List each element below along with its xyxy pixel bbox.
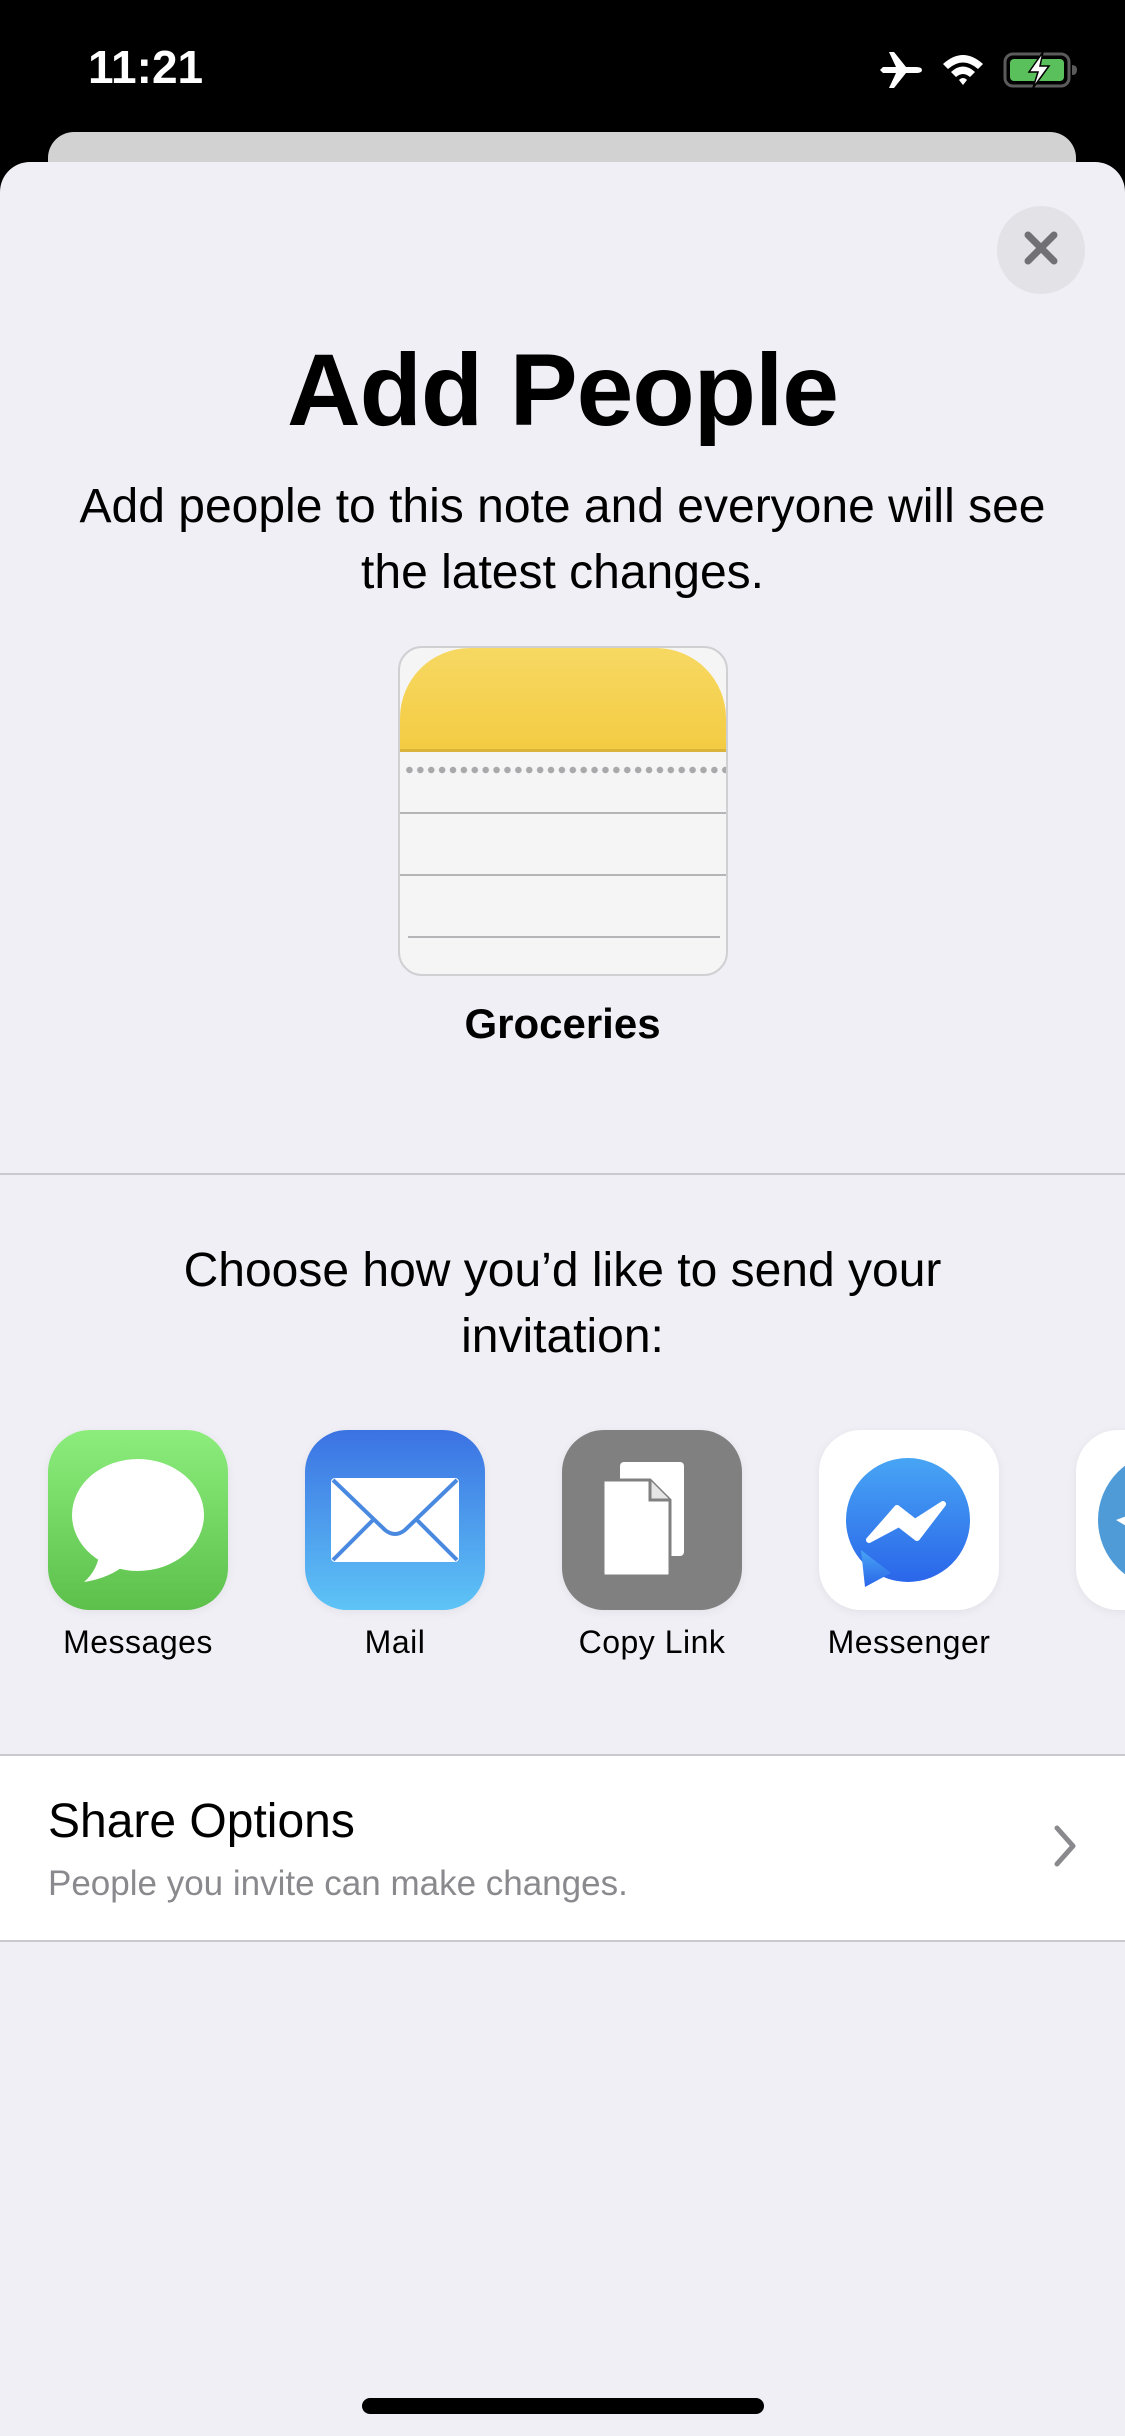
- note-perforation: [404, 766, 726, 774]
- status-time: 11:21: [88, 41, 204, 93]
- app-telegram[interactable]: Te: [1066, 1430, 1125, 1661]
- note-line: [400, 812, 726, 814]
- note-header: [400, 648, 726, 752]
- choose-method-text: Choose how you’d like to send your invit…: [183, 1244, 942, 1363]
- app-messenger[interactable]: Messenger: [809, 1430, 1009, 1661]
- messenger-icon: [819, 1430, 999, 1610]
- add-people-sheet: Add People Add people to this note and e…: [0, 162, 1125, 2436]
- app-label: Mail: [364, 1624, 426, 1660]
- messages-icon: [48, 1430, 228, 1610]
- divider: [0, 1173, 1125, 1175]
- chevron-right-icon: [1053, 1824, 1077, 1873]
- notes-app-icon: [398, 646, 728, 976]
- home-indicator[interactable]: [362, 2398, 764, 2414]
- copy-link-icon: [562, 1430, 742, 1610]
- battery-charging-icon: [1003, 51, 1079, 89]
- airplane-mode-icon: [879, 50, 923, 90]
- close-icon: [1021, 228, 1061, 273]
- app-label: Te: [1066, 1624, 1125, 1661]
- app-mail[interactable]: Mail: [295, 1430, 495, 1661]
- share-apps-row[interactable]: Messages Mail Copy Link Messenger: [0, 1430, 1125, 1690]
- mail-icon: [305, 1430, 485, 1610]
- status-icons: [879, 48, 1079, 92]
- share-options-row[interactable]: Share Options People you invite can make…: [0, 1754, 1125, 1942]
- app-copy-link[interactable]: Copy Link: [552, 1430, 752, 1661]
- status-bar: 11:21: [0, 0, 1125, 140]
- app-label: Copy Link: [578, 1624, 726, 1660]
- app-label: Messages: [63, 1624, 213, 1660]
- app-messages[interactable]: Messages: [38, 1430, 238, 1661]
- note-line: [408, 936, 720, 938]
- sheet-title: Add People: [286, 333, 839, 447]
- telegram-icon: [1076, 1430, 1125, 1610]
- share-options-subtitle: People you invite can make changes.: [48, 1864, 628, 1903]
- note-name: Groceries: [464, 1000, 661, 1047]
- sheet-subtitle: Add people to this note and everyone wil…: [79, 480, 1046, 599]
- share-options-title: Share Options: [48, 1795, 355, 1848]
- app-label: Messenger: [827, 1624, 991, 1660]
- wifi-icon: [941, 52, 985, 88]
- close-button[interactable]: [997, 206, 1085, 294]
- note-line: [400, 874, 726, 876]
